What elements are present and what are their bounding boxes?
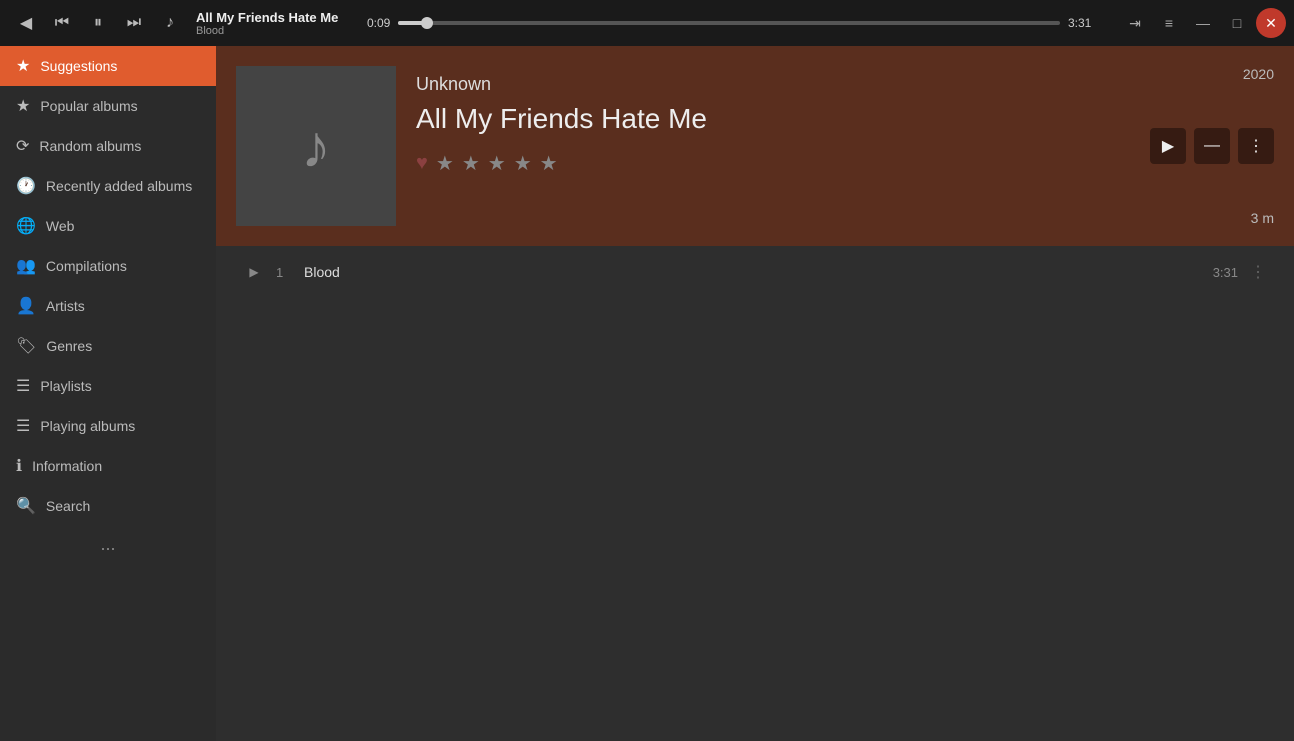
progress-bar[interactable] [398,21,1060,25]
sidebar-label-playing-albums: Playing albums [40,418,135,434]
playing-albums-icon: ☰ [16,416,30,436]
sidebar-label-genres: Genres [46,338,92,354]
track-subtitle: Blood [196,25,338,37]
prev-button[interactable]: ⏮ [44,5,80,41]
album-more-button[interactable]: ⋮ [1238,128,1274,164]
sidebar-item-random-albums[interactable]: ⟳ Random albums [0,126,216,166]
sidebar-item-popular-albums[interactable]: ★ Popular albums [0,86,216,126]
sidebar-item-information[interactable]: ℹ Information [0,446,216,486]
main: ★ Suggestions ★ Popular albums ⟳ Random album… [0,46,1294,741]
genres-icon: 🏷 [16,336,36,356]
music-button[interactable]: ♪ [152,5,188,41]
track-number: 1 [276,265,292,280]
sidebar-item-genres[interactable]: 🏷 Genres [0,326,216,366]
sidebar-label-web: Web [46,218,75,234]
close-icon: ✕ [1265,15,1277,32]
prev-icon: ⏮ [55,14,69,32]
content: ♪ Unknown All My Friends Hate Me ♥ ★ ★ ★… [216,46,1294,741]
recently-added-icon: 🕐 [16,176,36,196]
minimize-button[interactable]: — [1188,8,1218,38]
sidebar-label-compilations: Compilations [46,258,127,274]
sidebar-label-playlists: Playlists [40,378,91,394]
window-controls: ⇥ ≡ — □ ✕ [1120,8,1286,38]
album-meta: Unknown All My Friends Hate Me ♥ ★ ★ ★ ★… [416,66,1274,176]
star-2[interactable]: ★ [462,151,480,176]
album-art-icon: ♪ [301,112,331,181]
maximize-icon: □ [1233,15,1241,31]
track-duration: 3:31 [1213,265,1238,280]
track-play-button[interactable]: ▶ [244,265,264,279]
album-minus-button[interactable]: — [1194,128,1230,164]
maximize-button[interactable]: □ [1222,8,1252,38]
web-icon: 🌐 [16,216,36,236]
sidebar-label-popular-albums: Popular albums [40,98,137,114]
sidebar-item-playlists[interactable]: ☰ Playlists [0,366,216,406]
track-title: Blood [304,264,1201,280]
next-icon: ⏭ [127,14,141,32]
compilations-icon: 👥 [16,256,36,276]
next-button[interactable]: ⏭ [116,5,152,41]
album-controls: ▶ — ⋮ [1150,128,1274,164]
total-time: 3:31 [1068,16,1104,30]
queue-icon: ⇥ [1129,15,1141,32]
sidebar-label-artists: Artists [46,298,85,314]
star-1[interactable]: ★ [436,151,454,176]
close-button[interactable]: ✕ [1256,8,1286,38]
sidebar-item-suggestions[interactable]: ★ Suggestions [0,46,216,86]
sidebar-item-artists[interactable]: 👤 Artists [0,286,216,326]
track-row[interactable]: ▶ 1 Blood 3:31 ⋮ [224,254,1286,290]
star-4[interactable]: ★ [514,151,532,176]
album-artist: Unknown [416,74,1274,95]
search-icon: 🔍 [16,496,36,516]
back-icon: ◀ [20,13,32,33]
album-title: All My Friends Hate Me [416,103,1274,135]
album-year: 2020 [1243,66,1274,82]
topbar: ◀ ⏮ ⏸ ⏭ ♪ All My Friends Hate Me Blood 0… [0,0,1294,46]
sidebar-item-compilations[interactable]: 👥 Compilations [0,246,216,286]
artists-icon: 👤 [16,296,36,316]
track-more-button[interactable]: ⋮ [1250,262,1266,282]
random-albums-icon: ⟳ [16,136,29,156]
queue-button[interactable]: ⇥ [1120,8,1150,38]
progress-thumb [421,17,433,29]
playlists-icon: ☰ [16,376,30,396]
album-actions: ♥ ★ ★ ★ ★ ★ [416,151,1274,176]
sidebar-more-button[interactable]: ... [0,526,216,563]
sidebar-item-playing-albums[interactable]: ☰ Playing albums [0,406,216,446]
album-duration: 3 m [1251,210,1274,226]
popular-albums-icon: ★ [16,96,30,116]
album-header: ♪ Unknown All My Friends Hate Me ♥ ★ ★ ★… [216,46,1294,246]
favorite-button[interactable]: ♥ [416,152,428,175]
menu-icon: ≡ [1165,15,1173,31]
current-time: 0:09 [354,16,390,30]
sidebar-label-random-albums: Random albums [39,138,141,154]
minimize-icon: — [1196,15,1210,31]
star-5[interactable]: ★ [540,151,558,176]
pause-icon: ⏸ [94,14,102,32]
star-3[interactable]: ★ [488,151,506,176]
sidebar-item-web[interactable]: 🌐 Web [0,206,216,246]
sidebar: ★ Suggestions ★ Popular albums ⟳ Random album… [0,46,216,741]
sidebar-item-recently-added[interactable]: 🕐 Recently added albums [0,166,216,206]
music-icon: ♪ [166,14,174,32]
track-title: All My Friends Hate Me [196,10,338,25]
progress-area: 0:09 3:31 [354,16,1104,30]
sidebar-item-search[interactable]: 🔍 Search [0,486,216,526]
suggestions-icon: ★ [16,56,30,76]
back-button[interactable]: ◀ [8,5,44,41]
sidebar-label-suggestions: Suggestions [40,58,117,74]
sidebar-label-recently-added: Recently added albums [46,178,192,194]
album-art: ♪ [236,66,396,226]
sidebar-label-search: Search [46,498,90,514]
pause-button[interactable]: ⏸ [80,5,116,41]
track-info: All My Friends Hate Me Blood [196,10,338,37]
track-list: ▶ 1 Blood 3:31 ⋮ [216,246,1294,298]
album-play-button[interactable]: ▶ [1150,128,1186,164]
information-icon: ℹ [16,456,22,476]
menu-button[interactable]: ≡ [1154,8,1184,38]
sidebar-label-information: Information [32,458,102,474]
